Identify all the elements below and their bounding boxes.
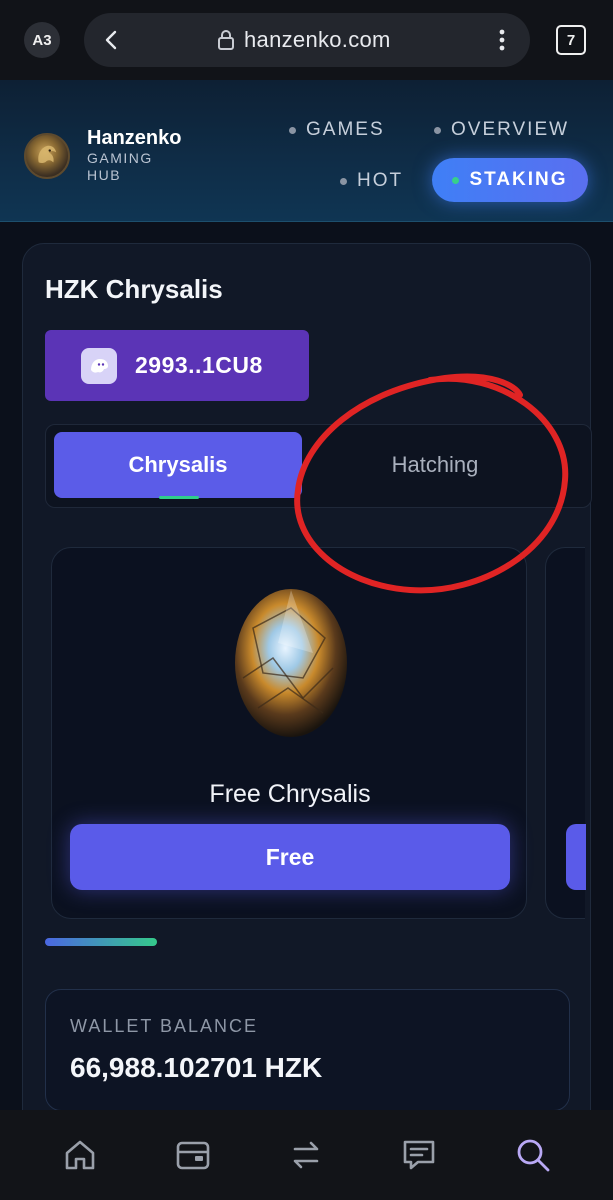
search-icon[interactable]: [514, 1136, 552, 1174]
next-product-button[interactable]: [566, 824, 586, 890]
address-bar[interactable]: hanzenko.com: [84, 13, 530, 67]
site-header: Hanzenko GAMING HUB GAMES OVERVIEW HOT S…: [0, 80, 613, 222]
carousel-progress: [45, 938, 157, 946]
home-icon[interactable]: [61, 1136, 99, 1174]
next-product-card[interactable]: [545, 547, 586, 919]
bottom-navigation: [0, 1110, 613, 1200]
product-name: Free Chrysalis: [209, 780, 371, 808]
brand-name: Hanzenko: [87, 127, 182, 149]
url-text: hanzenko.com: [244, 27, 391, 52]
more-vert-icon[interactable]: [492, 27, 512, 53]
tab-bar: Chrysalis Hatching: [45, 424, 592, 508]
wallet-balance-card: WALLET BALANCE 66,988.102701 HZK: [45, 989, 570, 1111]
nav-hot-label: HOT: [357, 170, 404, 191]
bullet-icon: [340, 177, 347, 185]
free-claim-button[interactable]: Free: [70, 824, 510, 890]
brand-tagline: GAMING HUB: [87, 150, 153, 183]
nav-games[interactable]: GAMES: [289, 119, 385, 141]
page-title: HZK Chrysalis: [45, 274, 223, 304]
dragon-icon: [38, 145, 57, 163]
chat-icon[interactable]: [400, 1136, 438, 1174]
bullet-icon: [434, 126, 441, 134]
wallet-button[interactable]: 2993..1CU8: [45, 330, 309, 401]
lock-icon: [218, 30, 234, 50]
nav-overview[interactable]: OVERVIEW: [434, 119, 569, 141]
balance-label: WALLET BALANCE: [70, 1016, 259, 1036]
back-icon[interactable]: [100, 28, 124, 52]
active-dot-icon: [452, 176, 460, 184]
nav-staking-label: STAKING: [469, 169, 568, 190]
wallet-icon[interactable]: [174, 1136, 212, 1174]
nav-overview-label: OVERVIEW: [451, 119, 570, 140]
wallet-address: 2993..1CU8: [135, 352, 263, 378]
product-card: Free Chrysalis Free: [51, 547, 527, 919]
browser-toolbar: A3 hanzenko.com 7: [0, 0, 613, 80]
brand-logo[interactable]: [24, 133, 70, 179]
phantom-wallet-icon: [81, 347, 117, 384]
nav-staking[interactable]: STAKING: [432, 158, 588, 202]
balance-value: 66,988.102701 HZK: [70, 1052, 323, 1083]
tab-hatching[interactable]: Hatching: [310, 432, 560, 498]
nav-hot[interactable]: HOT: [340, 170, 403, 192]
tab-switcher-button[interactable]: 7: [556, 25, 586, 55]
tab-chrysalis[interactable]: Chrysalis: [54, 432, 302, 498]
active-tab-indicator: [159, 496, 199, 499]
bullet-icon: [289, 126, 296, 134]
swap-icon[interactable]: [287, 1136, 325, 1174]
nav-games-label: GAMES: [306, 119, 385, 140]
chrysalis-egg-image: [235, 589, 347, 737]
staking-card: HZK Chrysalis 2993..1CU8 Chrysalis Hatch…: [22, 243, 592, 1133]
profile-avatar[interactable]: A3: [24, 22, 60, 58]
